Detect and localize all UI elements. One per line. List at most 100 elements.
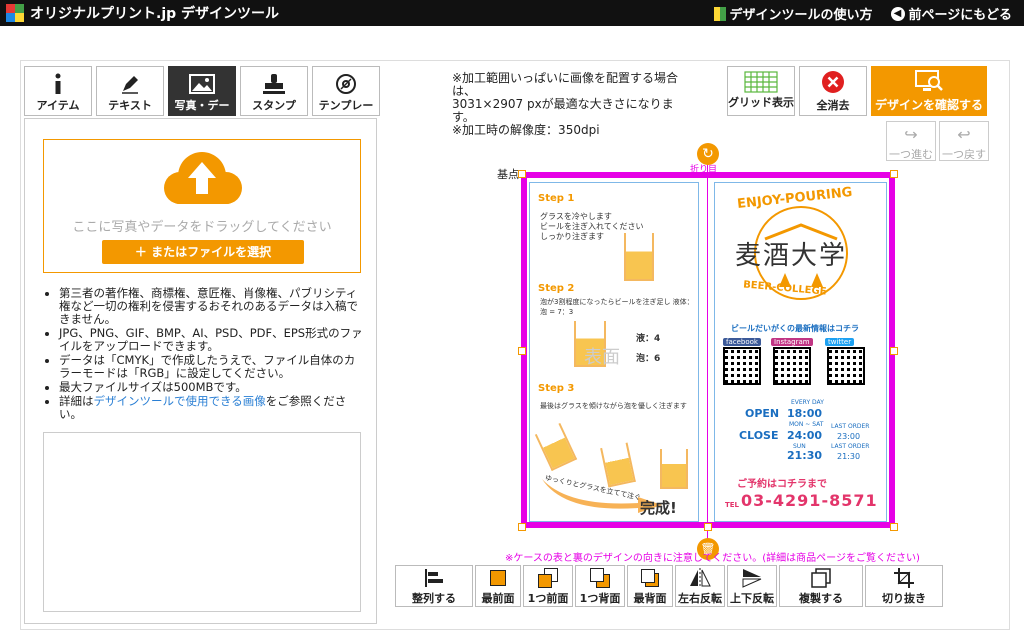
duplicate-icon xyxy=(780,566,862,590)
close-time: 24:00 xyxy=(787,429,823,442)
tab-label: 写真・デー xyxy=(174,99,230,112)
tool-label: 切り抜き xyxy=(882,592,926,605)
drop-hint: ここに写真やデータをドラッグしてください xyxy=(72,220,332,235)
tab-label: スタンプ xyxy=(252,99,296,112)
duplicate-button[interactable]: 複製する xyxy=(779,565,863,607)
back-link[interactable]: ◀ 前ページにもどる xyxy=(890,4,1012,23)
bring-front-icon xyxy=(476,566,520,590)
help-link[interactable]: デザインツールの使い方 xyxy=(713,4,873,23)
uploaded-images-list[interactable] xyxy=(43,432,361,612)
step-2-text: 泡が3割程度になったらビールを注ぎ足し 液体：泡 = 7：3 xyxy=(540,298,694,316)
flip-horizontal-button[interactable]: 左右反転 xyxy=(675,565,725,607)
header-bar: オリジナルプリント.jp デザインツール デザインツールの使い方 ◀ 前ページに… xyxy=(0,0,1024,26)
tool-label: 左右反転 xyxy=(678,592,722,605)
help-link-label: デザインツールの使い方 xyxy=(729,8,873,23)
send-backward-icon xyxy=(576,566,624,590)
orientation-warning: ※ケースの表と裏のデザインの向きに注意してください。(詳細は商品ページをご覧くだ… xyxy=(505,553,920,564)
select-file-button[interactable]: ＋ またはファイルを選択 xyxy=(102,240,304,264)
design-left-page[interactable]: Step 1 グラスを冷やします ビールを注ぎ入れてください しっかり注ぎます … xyxy=(529,182,699,522)
crop-button[interactable]: 切り抜き xyxy=(865,565,943,607)
ratio-label: 泡：6 xyxy=(636,354,661,364)
resize-handle[interactable] xyxy=(518,170,526,178)
tool-label: 1つ背面 xyxy=(579,592,621,605)
pen-icon xyxy=(97,71,163,97)
tool-label: 複製する xyxy=(799,592,843,605)
step-1-text: しっかり注ぎます xyxy=(540,232,604,241)
tab-item[interactable]: アイテム xyxy=(24,66,92,116)
ratio-label: 液：4 xyxy=(636,334,661,344)
tab-stamp[interactable]: スタンプ xyxy=(240,66,308,116)
flip-vertical-button[interactable]: 上下反転 xyxy=(727,565,777,607)
confirm-label: デザインを確認する xyxy=(874,98,983,112)
facebook-qr-code[interactable] xyxy=(723,347,761,385)
instagram-qr-code[interactable] xyxy=(773,347,811,385)
grid-toggle-button[interactable]: グリッド表示 xyxy=(727,66,795,116)
design-right-page[interactable]: ENJOY-POURING 麦酒大学 BEER-COLLEGE ビールだいがくの… xyxy=(714,182,887,522)
tab-template[interactable]: テンプレー xyxy=(312,66,380,116)
rotate-icon: ↻ xyxy=(702,146,714,162)
cloud-upload-icon xyxy=(164,152,242,204)
last-order-time: 23:00 xyxy=(837,432,861,441)
glass-illustration xyxy=(534,422,578,472)
note-item: 最大ファイルサイズは500MBです。 xyxy=(59,381,363,394)
undo-button[interactable]: ↩ 一つ戻す xyxy=(939,121,989,161)
tab-photo[interactable]: 写真・デー xyxy=(168,66,236,116)
tool-label: 最背面 xyxy=(633,592,667,605)
align-button[interactable]: 整列する xyxy=(395,565,473,607)
resize-handle[interactable] xyxy=(890,523,898,531)
resize-handle[interactable] xyxy=(890,347,898,355)
step-2-heading: Step 2 xyxy=(538,283,575,294)
disc-icon xyxy=(313,71,379,97)
origin-text: 基点 xyxy=(497,168,519,181)
resize-handle[interactable] xyxy=(518,523,526,531)
grid-label: グリッド表示 xyxy=(728,96,794,109)
redo-icon: ↪ xyxy=(904,124,918,144)
info-line: ※加工時の解像度：350dpi xyxy=(452,123,600,137)
bring-to-front-button[interactable]: 最前面 xyxy=(475,565,521,607)
resize-handle[interactable] xyxy=(890,170,898,178)
last-order-time: 21:30 xyxy=(837,452,861,461)
confirm-design-button[interactable]: デザインを確認する xyxy=(871,66,987,116)
note-item: データは「CMYK」で作成したうえで、ファイル自体のカラーモードは「RGB」に設… xyxy=(59,354,363,380)
undo-icon: ↩ xyxy=(957,124,971,144)
usable-images-link[interactable]: デザインツールで使用できる画像 xyxy=(94,394,266,408)
close-note: MON ~ SAT xyxy=(789,421,824,428)
clear-all-button[interactable]: 全消去 xyxy=(799,66,867,116)
open-time: 18:00 xyxy=(787,407,823,420)
instagram-badge: Instagram xyxy=(771,338,813,346)
tab-label: テンプレー xyxy=(318,99,374,112)
step-1-heading: Step 1 xyxy=(538,193,575,204)
tab-text[interactable]: テキスト xyxy=(96,66,164,116)
close-time: 21:30 xyxy=(787,449,823,462)
twitter-qr-code[interactable] xyxy=(827,347,865,385)
align-icon xyxy=(396,566,472,590)
cube-logo-icon xyxy=(6,4,24,22)
note-item: 詳細はデザインツールで使用できる画像をご参照ください。 xyxy=(59,395,363,421)
bring-forward-button[interactable]: 1つ前面 xyxy=(523,565,573,607)
dropzone[interactable]: ここに写真やデータをドラッグしてください ＋ またはファイルを選択 xyxy=(43,139,361,273)
rotate-handle[interactable]: ↻ xyxy=(697,143,719,165)
step-3-text: 最後はグラスを傾けながら泡を優しく注ぎます xyxy=(540,402,687,410)
redo-button[interactable]: ↪ 一つ進む xyxy=(886,121,936,161)
close-label: CLOSE xyxy=(739,429,779,442)
open-note: EVERY DAY xyxy=(791,399,824,406)
tool-label: 1つ前面 xyxy=(527,592,569,605)
note-item: 第三者の著作権、商標権、意匠権、肖像権、パブリシティ権など一切の権利を侵害するお… xyxy=(59,287,363,326)
send-to-back-button[interactable]: 最背面 xyxy=(627,565,673,607)
resize-handle[interactable] xyxy=(518,347,526,355)
send-backward-button[interactable]: 1つ背面 xyxy=(575,565,625,607)
fold-line xyxy=(707,160,708,540)
flip-horizontal-icon xyxy=(676,566,724,590)
tab-label: テキスト xyxy=(108,99,152,112)
send-back-icon xyxy=(628,566,672,590)
reserve-text: ご予約はコチラまで xyxy=(737,479,827,490)
back-link-label: 前ページにもどる xyxy=(908,8,1012,23)
resize-handle[interactable] xyxy=(704,523,712,531)
beginner-mark-icon xyxy=(713,6,726,21)
logo[interactable]: オリジナルプリント.jp デザインツール xyxy=(6,3,279,23)
tab-label: アイテム xyxy=(36,99,80,112)
info-icon xyxy=(25,71,91,97)
redo-label: 一つ進む xyxy=(889,148,933,161)
stamp-icon xyxy=(241,71,307,97)
info-line: 3031×2907 pxが最適な大きさになります。 xyxy=(452,97,674,124)
